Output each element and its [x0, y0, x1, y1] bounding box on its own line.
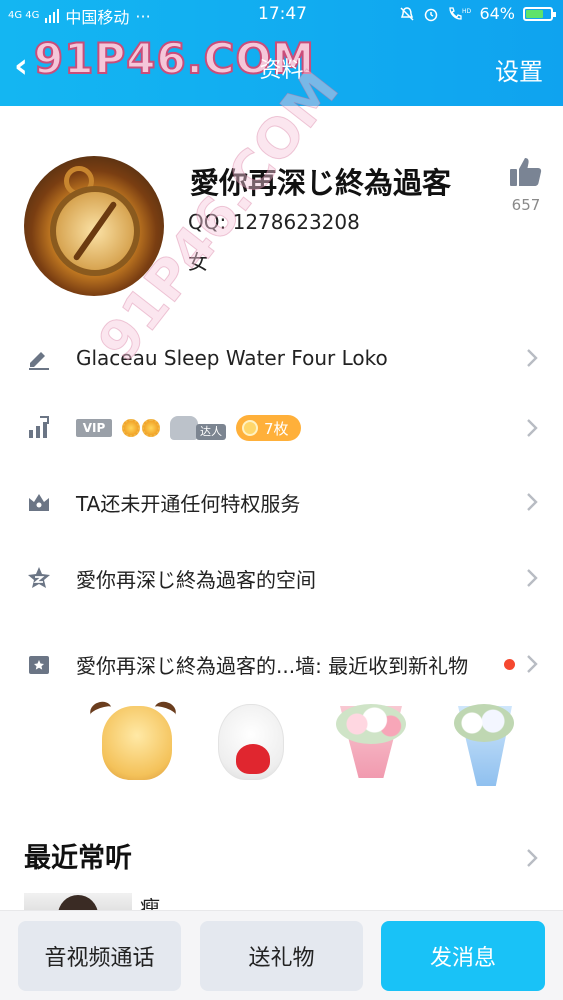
- chevron-right-icon: [527, 655, 538, 673]
- badge-list: VIP 达人 7枚: [76, 415, 301, 441]
- cow-body: [102, 706, 172, 780]
- gift-wall-row[interactable]: 愛你再深じ終為過客的...墙: 最近收到新礼物: [0, 634, 563, 694]
- qzone-text: 愛你再深じ終為過客的空间: [76, 567, 316, 592]
- carrier-name: 中国移动: [65, 8, 130, 27]
- signature-row[interactable]: Glaceau Sleep Water Four Loko: [0, 328, 563, 388]
- recent-item-thumbnail[interactable]: [24, 893, 132, 910]
- alarm-icon: [425, 8, 438, 21]
- gift-cow-figure[interactable]: [87, 698, 179, 786]
- status-time: 17:47: [258, 4, 307, 24]
- profile-card: 愛你再深じ終為過客 QQ: 1278623208 女 657 Glaceau S…: [0, 58, 563, 910]
- coins-text: 7枚: [264, 419, 289, 438]
- recent-item-title[interactable]: 瘦: [140, 892, 160, 910]
- sun-icon: [122, 419, 140, 437]
- like-count: 657: [511, 196, 541, 214]
- svg-text:HD: HD: [462, 8, 471, 15]
- daren-label: 达人: [196, 424, 226, 440]
- coin-icon: [242, 420, 258, 436]
- level-row[interactable]: VIP 达人 7枚: [0, 398, 563, 458]
- pencil-icon: [29, 352, 49, 370]
- qzone-icon: [28, 567, 50, 588]
- phone-hd-icon: HD: [449, 6, 471, 20]
- like-button[interactable]: 657: [506, 154, 546, 214]
- level-suns: [122, 419, 160, 437]
- gift-blue-bouquet[interactable]: [440, 700, 526, 786]
- status-bar: 4G 4G 中国移动 ··· 17:47 HD 64%: [0, 0, 563, 30]
- recent-section-title: 最近常听: [24, 843, 132, 874]
- status-right: HD 64%: [399, 4, 556, 23]
- status-left: 4G 4G 中国移动 ···: [8, 4, 151, 28]
- page-title: 资料: [259, 58, 304, 83]
- bouquet-flowers: [454, 704, 514, 742]
- vip-badge: VIP: [76, 419, 112, 437]
- gift-preview-list: [0, 698, 563, 800]
- bouquet-flowers: [336, 704, 406, 744]
- battery-percent: 64%: [479, 4, 515, 23]
- daren-wing-icon: [170, 416, 198, 440]
- privilege-row[interactable]: TA还未开通任何特权服务: [0, 472, 563, 532]
- chevron-right-icon: [527, 569, 538, 587]
- thumbs-up-icon: [510, 158, 542, 186]
- privilege-text: TA还未开通任何特权服务: [76, 491, 301, 516]
- coins-badge: 7枚: [236, 415, 301, 441]
- gift-wall-text: 愛你再深じ終為過客的...墙: 最近收到新礼物: [76, 653, 469, 678]
- send-message-button[interactable]: 发消息: [381, 921, 545, 991]
- chevron-right-icon[interactable]: [525, 848, 539, 868]
- qzone-row[interactable]: 愛你再深じ終為過客的空间: [0, 548, 563, 608]
- gift-pink-bouquet[interactable]: [326, 700, 412, 786]
- chevron-right-icon: [527, 349, 538, 367]
- battery-fill: [526, 9, 543, 18]
- gift-wall-icon: [29, 656, 49, 674]
- status-dots: ···: [135, 6, 151, 26]
- sun-icon: [142, 419, 160, 437]
- settings-button[interactable]: 设置: [495, 52, 543, 87]
- bell-muted-icon: [400, 6, 414, 21]
- signal-text: 4G 4G: [8, 10, 40, 21]
- bottom-action-bar: 音视频通话 送礼物 发消息: [0, 910, 563, 1000]
- heart-icon: [236, 744, 270, 774]
- signal-icon: [45, 9, 60, 23]
- crown-icon: [29, 494, 49, 511]
- video-call-button[interactable]: 音视频通话: [18, 921, 181, 991]
- daren-badge: 达人: [170, 416, 226, 440]
- battery-icon: [523, 6, 556, 21]
- gift-bear-with-heart[interactable]: [210, 700, 296, 786]
- chevron-right-icon: [527, 493, 538, 511]
- chevron-right-icon: [527, 419, 538, 437]
- level-chart-icon: [29, 416, 49, 438]
- new-gift-dot: [504, 658, 515, 670]
- send-gift-button[interactable]: 送礼物: [200, 921, 363, 991]
